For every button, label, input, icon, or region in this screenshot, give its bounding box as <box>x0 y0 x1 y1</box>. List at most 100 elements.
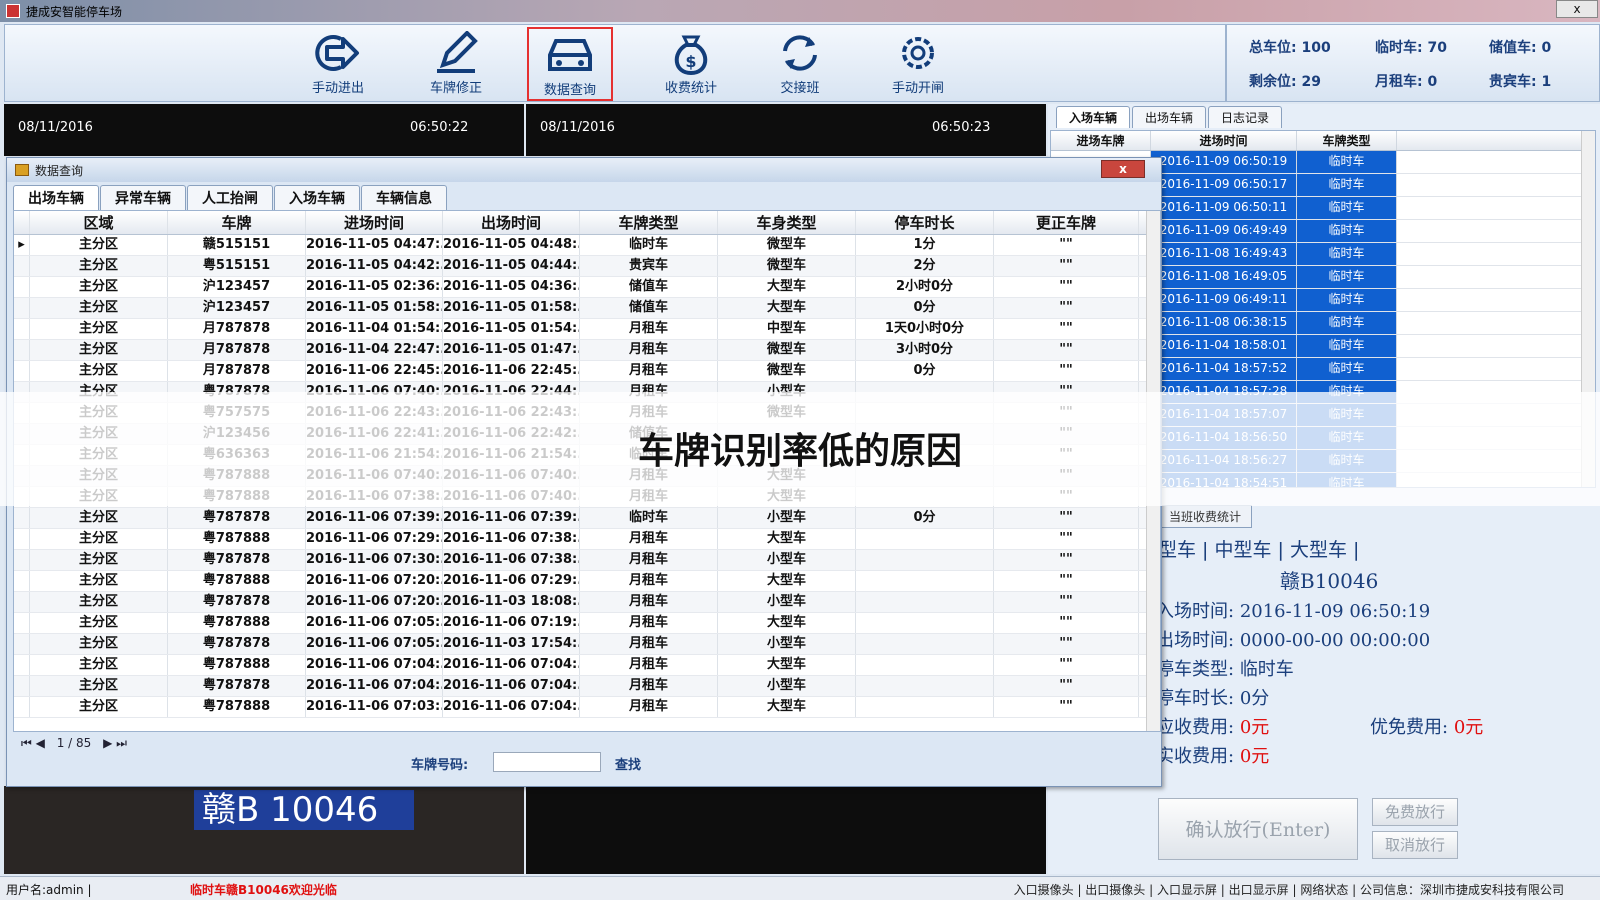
row-selector[interactable] <box>14 361 30 381</box>
record-cell: 主分区 <box>30 634 168 654</box>
banner-title: 车牌识别率低的原因 <box>637 431 962 472</box>
tab-entered-vehicles[interactable]: 入场车辆 <box>1056 106 1131 128</box>
record-cell: "" <box>994 613 1139 633</box>
row-selector[interactable] <box>14 550 30 570</box>
entered-grid-header: 进场车牌 进场时间 车牌类型 <box>1051 131 1595 151</box>
entered-vehicle-cell: 临时车 <box>1297 174 1397 196</box>
record-row[interactable]: 主分区 粤787888 2016-11-06 07:05:... 2016-11-06… <box>14 613 1160 634</box>
record-cell: 月租车 <box>580 340 718 360</box>
record-row[interactable]: 主分区 粤787878 2016-11-06 07:05:... 2016-11-03… <box>14 634 1160 655</box>
first-page-icon[interactable]: ⏮ <box>21 736 32 750</box>
tab-log[interactable]: 日志记录 <box>1208 106 1283 128</box>
fee-stats-button[interactable]: $ 收费统计 <box>648 27 734 101</box>
record-row[interactable]: 主分区 粤787888 2016-11-06 07:20:... 2016-11-06… <box>14 571 1160 592</box>
discount-fee-value: 0元 <box>1453 717 1484 738</box>
record-row[interactable]: 主分区 粤787878 2016-11-06 07:04:... 2016-11-06… <box>14 676 1160 697</box>
col-plate[interactable]: 车牌 <box>168 211 306 234</box>
record-cell: "" <box>994 550 1139 570</box>
tab-exited-vehicles[interactable]: 出场车辆 <box>1132 106 1207 128</box>
row-selector[interactable] <box>14 676 30 696</box>
col-area[interactable]: 区域 <box>30 211 168 234</box>
data-query-button[interactable]: 数据查询 <box>527 27 613 101</box>
record-row[interactable]: ▸ 主分区 赣515151 2016-11-05 04:47:... 2016-11-0… <box>14 235 1160 256</box>
record-cell: 2016-11-05 02:36:... <box>306 277 443 297</box>
tab-exit-vehicles[interactable]: 出场车辆 <box>13 185 99 210</box>
col-corrected-plate[interactable]: 更正车牌 <box>994 211 1139 234</box>
record-cell: 0分 <box>856 508 994 528</box>
record-row[interactable]: 主分区 粤787878 2016-11-06 07:30:... 2016-11-06… <box>14 550 1160 571</box>
record-row[interactable]: 主分区 粤787888 2016-11-06 07:03:... 2016-11-06… <box>14 697 1160 718</box>
status-links[interactable]: 入口摄像头 | 出口摄像头 | 入口显示屏 | 出口显示屏 | 网络状态 | 公… <box>1014 881 1564 898</box>
record-cell: 2016-11-06 07:20:... <box>306 592 443 612</box>
plate-search-input[interactable] <box>493 752 601 772</box>
record-row[interactable]: 主分区 粤787878 2016-11-06 07:20:... 2016-11-03… <box>14 592 1160 613</box>
plate-correct-button[interactable]: 车牌修正 <box>413 27 499 101</box>
row-selector[interactable] <box>14 319 30 339</box>
col-plate-type[interactable]: 车牌类型 <box>1297 131 1397 150</box>
record-cell: 主分区 <box>30 592 168 612</box>
col-duration[interactable]: 停车时长 <box>856 211 994 234</box>
dialog-close-button[interactable]: x <box>1101 160 1145 178</box>
row-selector[interactable] <box>14 529 30 549</box>
entered-vehicle-cell: 2016-11-08 16:49:43 <box>1151 243 1297 265</box>
col-body-type[interactable]: 车身类型 <box>718 211 856 234</box>
manual-gate-button[interactable]: 手动开闸 <box>875 27 961 101</box>
row-selector[interactable] <box>14 697 30 717</box>
record-row[interactable]: 主分区 沪123457 2016-11-05 01:58:... 2016-11-05… <box>14 298 1160 319</box>
record-cell: 1天0小时0分 <box>856 319 994 339</box>
tab-vehicle-info[interactable]: 车辆信息 <box>361 185 447 210</box>
record-row[interactable]: 主分区 粤515151 2016-11-05 04:42:... 2016-11-05… <box>14 256 1160 277</box>
record-row[interactable]: 主分区 月787878 2016-11-04 01:54:... 2016-11-05… <box>14 319 1160 340</box>
record-cell: 微型车 <box>718 256 856 276</box>
window-close-button[interactable]: x <box>1556 0 1598 18</box>
record-row[interactable]: 主分区 沪123457 2016-11-05 02:36:... 2016-11-05… <box>14 277 1160 298</box>
row-selector[interactable] <box>14 571 30 591</box>
tab-shift-fee-stats[interactable]: 当班收费统计 <box>1158 505 1253 528</box>
col-plate-type[interactable]: 车牌类型 <box>580 211 718 234</box>
next-page-icon[interactable]: ▶ <box>103 736 112 750</box>
prev-page-icon[interactable]: ◀ <box>36 736 45 750</box>
record-row[interactable]: 主分区 粤787878 2016-11-06 07:39:... 2016-11-06… <box>14 508 1160 529</box>
record-cell <box>856 571 994 591</box>
row-selector[interactable] <box>14 256 30 276</box>
free-release-button[interactable]: 免费放行 <box>1372 798 1458 826</box>
tab-manual-gate[interactable]: 人工抬闸 <box>187 185 273 210</box>
row-selector[interactable] <box>14 613 30 633</box>
shift-change-button[interactable]: 交接班 <box>757 27 843 101</box>
manual-inout-button[interactable]: 手动进出 <box>295 27 381 101</box>
tab-entry-vehicles[interactable]: 入场车辆 <box>274 185 360 210</box>
col-out-time[interactable]: 出场时间 <box>443 211 580 234</box>
paid-fee-label: 实收费用: <box>1156 746 1235 767</box>
record-row[interactable]: 主分区 粤787888 2016-11-06 07:29:... 2016-11-06… <box>14 529 1160 550</box>
row-selector[interactable] <box>14 655 30 675</box>
cancel-release-button[interactable]: 取消放行 <box>1372 831 1458 859</box>
record-row[interactable]: 主分区 月787878 2016-11-04 22:47:... 2016-11-05… <box>14 340 1160 361</box>
record-cell: 主分区 <box>30 613 168 633</box>
record-row[interactable]: 主分区 月787878 2016-11-06 22:45:... 2016-11-06… <box>14 361 1160 382</box>
record-cell: "" <box>994 361 1139 381</box>
row-selector[interactable] <box>14 340 30 360</box>
out-time-label: 出场时间: <box>1156 630 1235 651</box>
record-cell: 0分 <box>856 298 994 318</box>
col-in-time[interactable]: 进场时间 <box>306 211 443 234</box>
row-selector[interactable] <box>14 592 30 612</box>
exit-camera-date: 08/11/2016 <box>540 120 615 135</box>
gear-icon <box>902 37 934 69</box>
main-toolbar: 手动进出 车牌修正 数据查询 $ 收费统计 交接班 手动开闸 <box>4 24 1226 102</box>
confirm-release-button[interactable]: 确认放行(Enter) <box>1158 798 1358 860</box>
record-cell: 月租车 <box>580 592 718 612</box>
tab-abnormal-vehicles[interactable]: 异常车辆 <box>100 185 186 210</box>
last-page-icon[interactable]: ⏭ <box>116 736 127 750</box>
row-selector[interactable]: ▸ <box>14 235 30 255</box>
record-cell: 2016-11-04 01:54:... <box>306 319 443 339</box>
col-entry-time[interactable]: 进场时间 <box>1151 131 1297 150</box>
col-entry-plate[interactable]: 进场车牌 <box>1051 131 1151 150</box>
row-selector[interactable] <box>14 298 30 318</box>
record-cell: 主分区 <box>30 235 168 255</box>
record-row[interactable]: 主分区 粤787888 2016-11-06 07:04:... 2016-11-06… <box>14 655 1160 676</box>
find-button[interactable]: 查找 <box>615 754 641 773</box>
row-selector[interactable] <box>14 634 30 654</box>
row-selector[interactable] <box>14 508 30 528</box>
record-cell: 2016-11-06 07:04:... <box>306 676 443 696</box>
row-selector[interactable] <box>14 277 30 297</box>
